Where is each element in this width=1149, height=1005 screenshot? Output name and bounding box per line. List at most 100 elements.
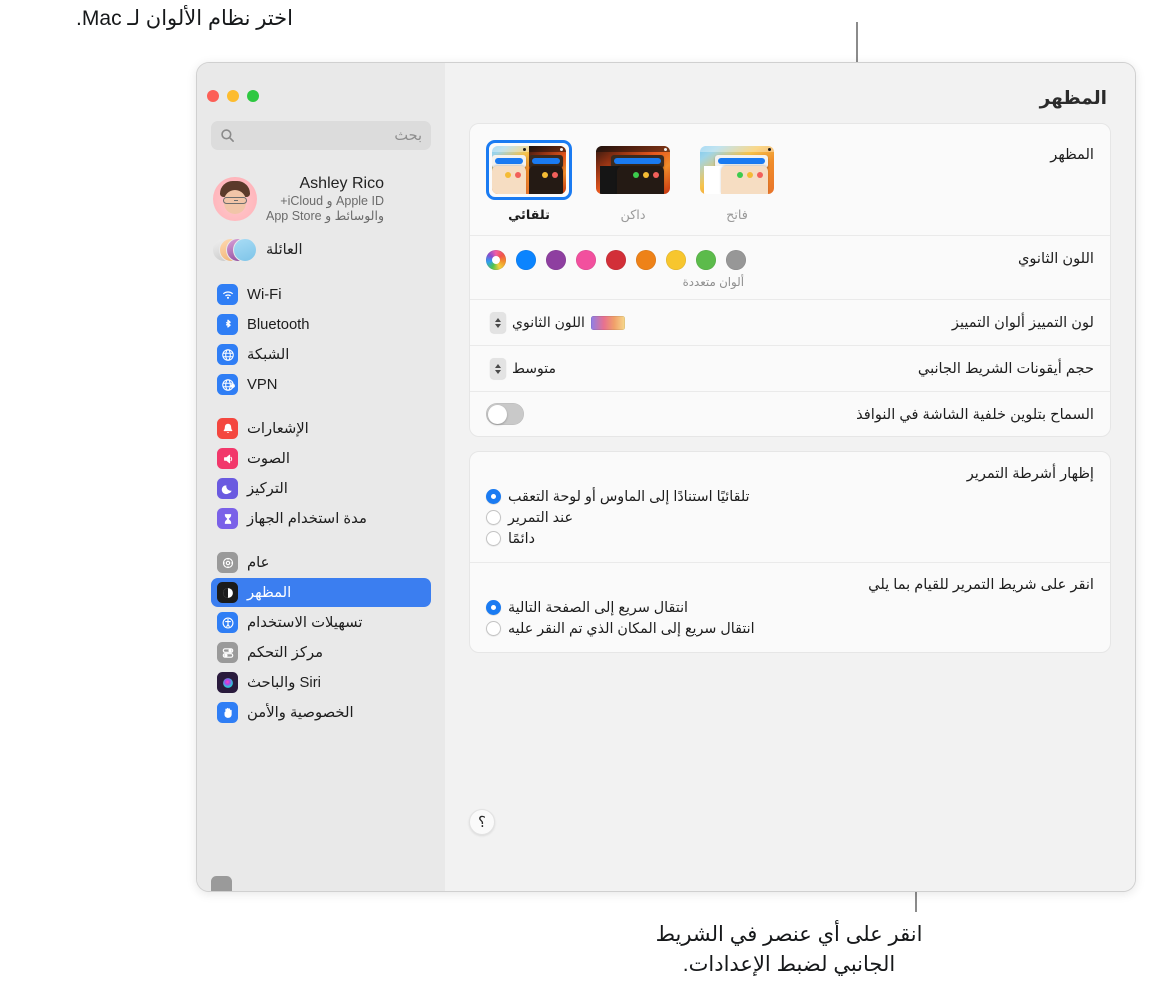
sidebar-item-clipped[interactable] [197,876,445,891]
accent-swatch-green[interactable] [696,250,716,270]
siri-icon [217,672,238,694]
sidebar-item-family[interactable]: العائلة [211,234,429,266]
sidebar: Ashley Rico Apple ID و iCloud+ والوسائط … [197,63,445,891]
sidebar-icon-size-value: متوسط [512,360,556,376]
sidebar-group-0: Wi-Fi Bluetooth الشبكة VPN [207,280,435,399]
accent-swatch-pink[interactable] [576,250,596,270]
sidebar-item-label: مدة استخدام الجهاز [247,511,367,528]
globe-icon [217,344,238,366]
scrollbars-card: إظهار أشرطة التمرير تلقائيًا استنادًا إل… [469,451,1111,653]
sidebar-item-label: العائلة [266,242,303,259]
page-title: المظهر [1039,87,1107,108]
show-scrollbars-option[interactable]: عند التمرير [486,507,1094,528]
main-content: المظهر المظهر فاتح داكن تلقائي اللون الث… [445,63,1135,891]
sidebar-item-vpn-globe[interactable]: VPN [211,370,431,399]
highlight-color-value: اللون الثانوي [512,314,585,330]
sidebar-icon-size-row: حجم أيقونات الشريط الجانبي متوسط [470,345,1110,391]
sidebar-item-bell[interactable]: الإشعارات [211,414,431,443]
sidebar-item-label: الصوت [247,451,291,468]
sidebar-item-siri[interactable]: Siri والباحث [211,668,431,697]
avatar [213,177,257,221]
accent-swatch-orange[interactable] [636,250,656,270]
wifi-icon [217,284,238,306]
radio-button[interactable] [486,510,501,525]
accent-swatch-multicolor[interactable] [486,250,506,270]
accent-swatch-blue[interactable] [516,250,536,270]
accent-color-caption: ألوان متعددة [682,275,744,289]
sidebar-group-2: عام المظهر تسهيلات الاستخدام مركز التحكم Sir… [207,548,435,727]
account-row[interactable]: Ashley Rico Apple ID و iCloud+ والوسائط … [211,170,429,228]
show-scrollbars-title: إظهار أشرطة التمرير [966,466,1094,482]
sidebar-item-wifi[interactable]: Wi-Fi [211,280,431,309]
sidebar-item-label: Siri والباحث [247,675,321,692]
sidebar-item-hourglass[interactable]: مدة استخدام الجهاز [211,504,431,533]
sidebar-nav: Wi-Fi Bluetooth الشبكة VPN الإشعارات الصوت الت… [207,280,435,727]
sidebar-item-control-center[interactable]: مركز التحكم [211,638,431,667]
sidebar-item-accessibility[interactable]: تسهيلات الاستخدام [211,608,431,637]
radio-label: انتقال سريع إلى الصفحة التالية [508,599,689,616]
accessibility-icon [217,612,238,634]
sidebar-item-speaker[interactable]: الصوت [211,444,431,473]
search-input[interactable] [241,127,422,144]
sidebar-item-label: عام [247,555,270,572]
highlight-color-row: لون التمييز ألوان التمييز اللون الثانوي [470,299,1110,345]
window-controls [207,63,435,102]
show-scrollbars-option[interactable]: دائمًا [486,528,1094,549]
accent-swatch-gray[interactable] [726,250,746,270]
sidebar-item-moon[interactable]: التركيز [211,474,431,503]
appearance-option-label: فاتح [726,207,748,222]
highlight-color-label: لون التمييز ألوان التمييز [951,315,1094,331]
wallpaper-tinting-toggle[interactable] [486,403,524,425]
accent-color-swatches [486,250,746,270]
sidebar-item-hand[interactable]: الخصوصية والأمن [211,698,431,727]
system-settings-window: Ashley Rico Apple ID و iCloud+ والوسائط … [196,62,1136,892]
chevron-updown-icon [490,312,506,333]
sidebar-item-label: VPN [247,376,278,393]
radio-button[interactable] [486,531,501,546]
accent-color-label: اللون الثانوي [1017,251,1094,267]
search-field[interactable] [211,121,431,150]
accent-swatch-red[interactable] [606,250,626,270]
sidebar-item-label: Wi-Fi [247,286,282,303]
callout-top-text: اختر نظام الألوان لـ Mac. [76,7,293,30]
appearance-row: المظهر فاتح داكن تلقائي [470,124,1110,235]
scrollbar-click-title: انقر على شريط التمرير للقيام بما يلي [868,577,1094,593]
highlight-color-popup[interactable]: اللون الثانوي [486,311,631,334]
radio-button[interactable] [486,489,501,504]
control-center-icon [217,642,238,664]
minimize-button[interactable] [227,90,239,102]
sidebar-item-appearance[interactable]: المظهر [211,578,431,608]
sidebar-icon-size-label: حجم أيقونات الشريط الجانبي [917,361,1094,377]
family-avatars-icon [212,237,257,263]
help-button[interactable]: ؟ [469,809,495,835]
appearance-label: المظهر [1050,147,1094,163]
appearance-card: المظهر فاتح داكن تلقائي اللون الثانوي أل… [469,123,1111,437]
accent-color-row: اللون الثانوي ألوان متعددة [470,235,1110,299]
appearance-option-auto[interactable]: تلقائي [486,140,572,223]
sidebar-item-bluetooth[interactable]: Bluetooth [211,310,431,339]
appearance-option-dark[interactable]: داكن [590,140,676,223]
moon-icon [217,478,238,500]
accent-swatch-yellow[interactable] [666,250,686,270]
bluetooth-icon [217,314,238,336]
radio-label: عند التمرير [508,509,573,526]
vpn-globe-icon [217,374,238,396]
radio-button[interactable] [486,621,501,636]
sidebar-item-label: Bluetooth [247,316,310,333]
show-scrollbars-option[interactable]: تلقائيًا استنادًا إلى الماوس أو لوحة الت… [486,486,1094,507]
appearance-option-light[interactable]: فاتح [694,140,780,223]
close-button[interactable] [207,90,219,102]
sidebar-icon-size-popup[interactable]: متوسط [486,357,562,380]
scrollbar-click-group: انقر على شريط التمرير للقيام بما يلي انت… [470,562,1110,652]
accent-swatch-purple[interactable] [546,250,566,270]
sidebar-group-1: الإشعارات الصوت التركيز مدة استخدام الجهاز [207,414,435,533]
radio-button[interactable] [486,600,501,615]
scrollbar-click-option[interactable]: انتقال سريع إلى المكان الذي تم النقر علي… [486,618,1094,639]
zoom-button[interactable] [247,90,259,102]
search-icon [220,128,235,143]
sidebar-item-globe[interactable]: الشبكة [211,340,431,369]
sidebar-item-gear[interactable]: عام [211,548,431,577]
bell-icon [217,418,238,440]
keyboard-icon [211,876,232,891]
scrollbar-click-option[interactable]: انتقال سريع إلى الصفحة التالية [486,597,1094,618]
